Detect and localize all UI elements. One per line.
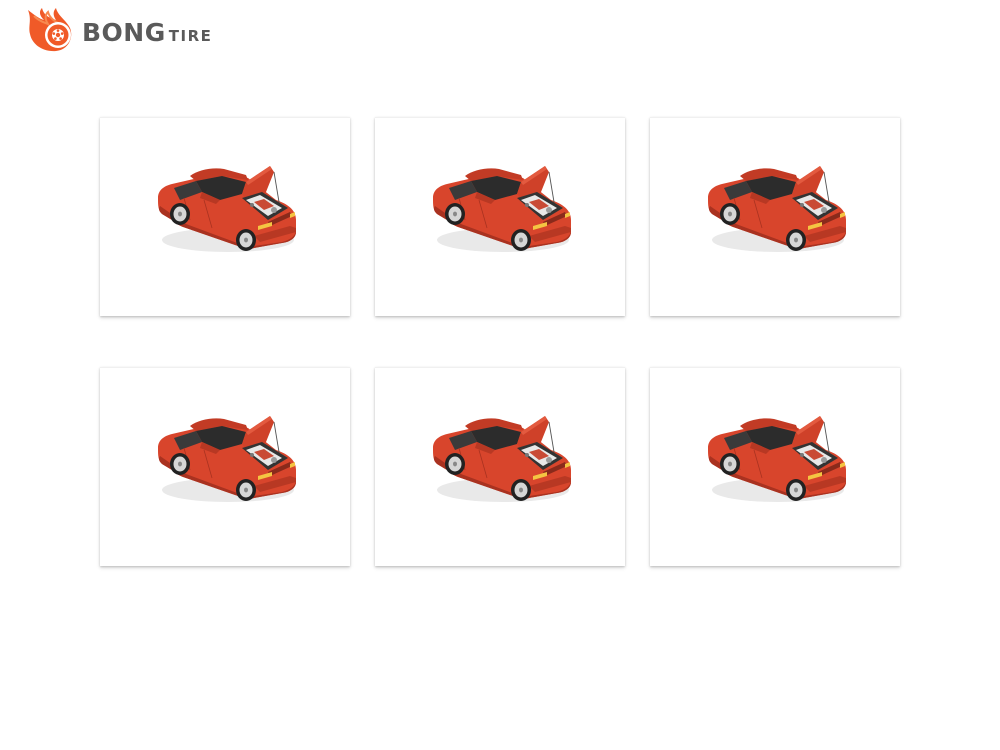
brand-name-sub: TIRE [168, 26, 213, 45]
service-card[interactable] [100, 117, 350, 316]
page: BONG TIRE [0, 0, 1000, 750]
service-card-grid [100, 117, 900, 566]
brand-logo[interactable]: BONG TIRE [22, 6, 212, 54]
site-header: BONG TIRE [22, 6, 212, 54]
car-hood-open-icon [708, 416, 846, 502]
service-card[interactable] [650, 117, 900, 316]
service-card[interactable] [100, 367, 350, 566]
service-card[interactable] [650, 367, 900, 566]
brand-name-main: BONG [82, 17, 166, 47]
car-hood-open-icon [433, 416, 571, 502]
car-hood-open-icon [158, 416, 296, 502]
flame-tire-icon [28, 8, 72, 52]
service-card[interactable] [375, 117, 625, 316]
car-hood-open-icon [708, 166, 846, 252]
car-hood-open-icon [158, 166, 296, 252]
car-hood-open-icon [433, 166, 571, 252]
brand-wordmark: BONG TIRE [82, 18, 212, 47]
service-card[interactable] [375, 367, 625, 566]
